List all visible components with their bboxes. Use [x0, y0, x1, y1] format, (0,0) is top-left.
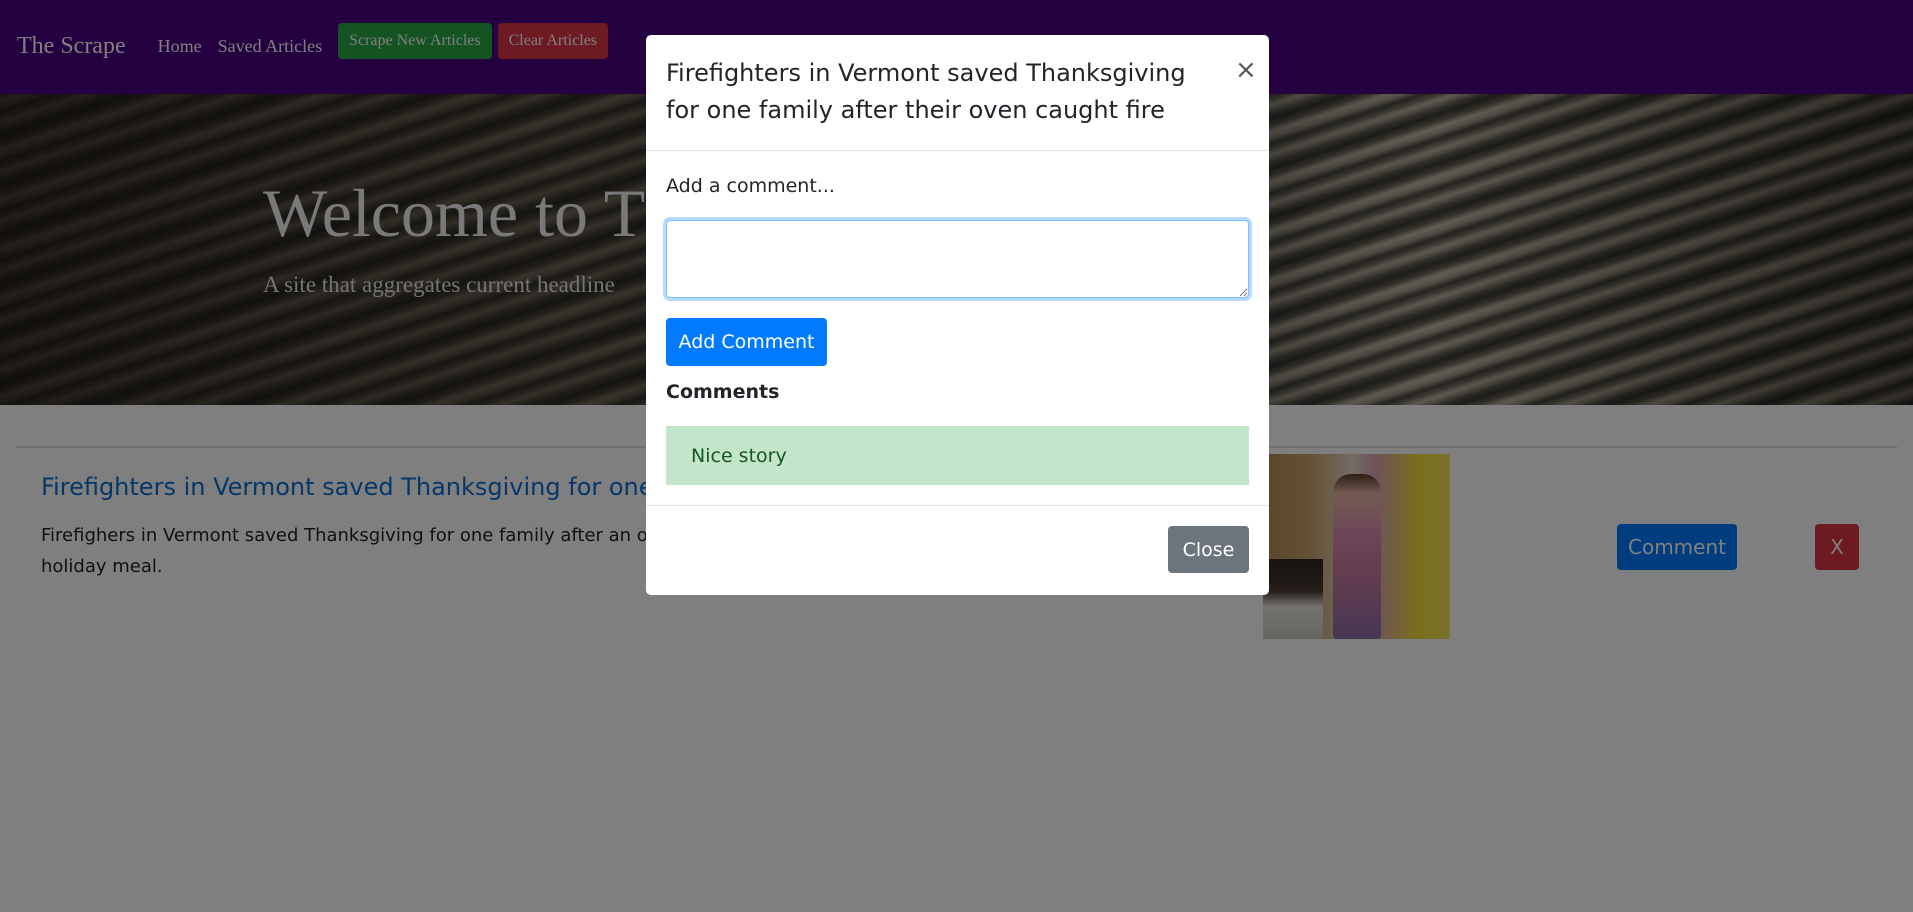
close-button[interactable]: Close: [1168, 526, 1249, 573]
page: The Scrape Home Saved Articles Scrape Ne…: [0, 0, 1913, 912]
close-icon[interactable]: ×: [1235, 57, 1257, 83]
modal-footer: Close: [646, 505, 1269, 595]
modal-title: Firefighters in Vermont saved Thanksgivi…: [666, 59, 1186, 124]
comment-modal: Firefighters in Vermont saved Thanksgivi…: [646, 35, 1269, 595]
comments-heading: Comments: [666, 381, 780, 403]
comment-textarea[interactable]: [666, 220, 1249, 298]
comment-label: Add a comment...: [666, 175, 835, 197]
add-comment-button[interactable]: Add Comment: [666, 318, 827, 366]
modal-header: Firefighters in Vermont saved Thanksgivi…: [646, 35, 1269, 151]
comment-item: Nice story: [666, 426, 1249, 485]
